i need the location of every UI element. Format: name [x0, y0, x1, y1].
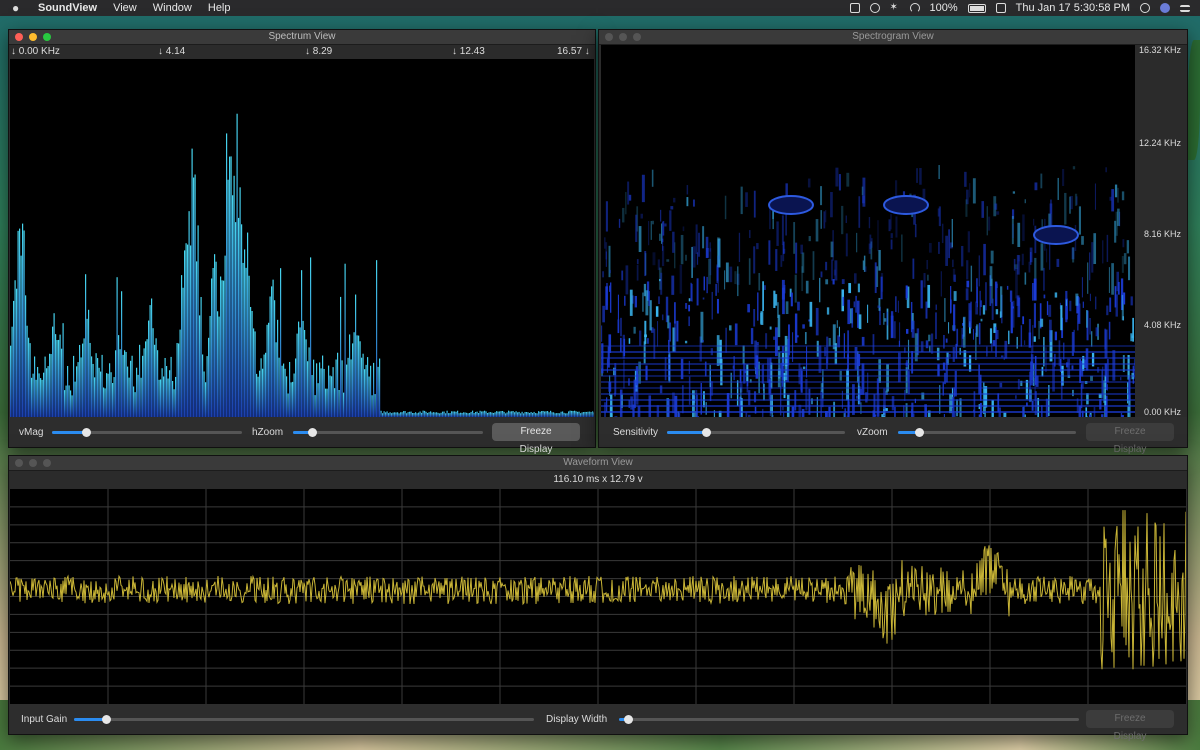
freeze-display-button[interactable]: Freeze Display — [492, 423, 580, 455]
menu-bar: ● SoundView View Window Help ✶ 100% Thu … — [0, 0, 1200, 16]
spectrum-frequency-markers: ↓ 0.00 KHz ↓ 4.14 ↓ 8.29 ↓ 12.43 16.57 ↓ — [9, 45, 595, 59]
spectrum-graph — [10, 113, 594, 417]
zoom-window-icon[interactable] — [633, 33, 641, 41]
spectrum-plot — [10, 59, 594, 417]
input-gain-slider[interactable] — [74, 715, 534, 724]
spectrum-bars — [10, 113, 594, 417]
menubar-clock[interactable]: Thu Jan 17 5:30:58 PM — [1016, 2, 1130, 14]
axis-label: 4.08 KHz — [1143, 320, 1181, 330]
spectrogram-feature — [1033, 225, 1079, 245]
waveform-plot — [10, 489, 1186, 704]
slider-knob[interactable] — [82, 428, 92, 437]
menu-help[interactable]: Help — [208, 2, 231, 14]
spectrogram-plot — [601, 45, 1135, 418]
apple-menu-icon[interactable]: ● — [12, 1, 26, 15]
battery-percent: 100% — [929, 2, 958, 14]
vzoom-slider[interactable] — [898, 428, 1076, 437]
spectrogram-controls: Sensitivity vZoom Freeze Display — [599, 417, 1187, 455]
spectrum-titlebar[interactable]: Spectrum View — [9, 30, 595, 45]
battery-icon[interactable] — [967, 3, 986, 13]
waveform-controls: Input Gain Display Width Freeze Display — [9, 704, 1187, 742]
spectrogram-titlebar[interactable]: Spectrogram View — [599, 30, 1187, 45]
desktop-foliage — [1188, 40, 1200, 160]
display-width-slider[interactable] — [619, 715, 1079, 724]
axis-label: 16.32 KHz — [1138, 45, 1181, 55]
close-window-icon[interactable] — [15, 33, 23, 41]
axis-label: 12.24 KHz — [1138, 138, 1181, 148]
zoom-window-icon[interactable] — [43, 459, 51, 467]
time-machine-icon[interactable] — [869, 3, 880, 13]
slider-knob[interactable] — [624, 715, 634, 724]
screen-icon[interactable] — [849, 3, 860, 13]
spectrum-window-title: Spectrum View — [268, 31, 336, 42]
hzoom-slider[interactable] — [293, 428, 483, 437]
axis-label: 0.00 KHz — [1143, 407, 1181, 417]
spectrogram-image — [601, 165, 1135, 418]
close-window-icon[interactable] — [605, 33, 613, 41]
freq-marker: ↓ 8.29 — [305, 46, 333, 57]
minimize-window-icon[interactable] — [29, 33, 37, 41]
waveform-window: Waveform View 116.10 ms x 12.79 v Input … — [8, 455, 1188, 742]
waveform-window-title: Waveform View — [563, 457, 633, 468]
spectrogram-texture — [601, 165, 1135, 418]
sensitivity-slider[interactable] — [667, 428, 845, 437]
minimize-window-icon[interactable] — [29, 459, 37, 467]
siri-icon[interactable] — [1160, 3, 1170, 13]
minimize-window-icon[interactable] — [619, 33, 627, 41]
waveform-scale-readout: 116.10 ms x 12.79 v — [553, 474, 643, 485]
hzoom-label: hZoom — [252, 427, 284, 438]
menu-window[interactable]: Window — [153, 2, 192, 14]
freq-marker: 16.57 ↓ — [557, 46, 590, 57]
spectrogram-feature — [768, 195, 814, 215]
notification-center-icon[interactable] — [1180, 4, 1190, 12]
spotlight-search-icon[interactable] — [1140, 3, 1150, 13]
bluetooth-icon[interactable]: ✶ — [890, 3, 900, 13]
axis-label: 8.16 KHz — [1143, 229, 1181, 239]
wifi-icon[interactable] — [909, 3, 920, 13]
freeze-display-button[interactable]: Freeze Display — [1086, 423, 1174, 455]
spectrum-controls: vMag hZoom Freeze Display — [9, 417, 595, 455]
freq-marker: ↓ 0.00 KHz — [11, 46, 60, 57]
zoom-window-icon[interactable] — [43, 33, 51, 41]
sensitivity-label: Sensitivity — [613, 427, 659, 438]
slider-knob[interactable] — [308, 428, 317, 437]
freeze-display-button[interactable]: Freeze Display — [1086, 710, 1174, 742]
freq-marker: ↓ 4.14 — [158, 46, 186, 57]
display-width-label: Display Width — [546, 714, 608, 725]
vzoom-label: vZoom — [857, 427, 888, 438]
input-gain-label: Input Gain — [21, 714, 68, 725]
slider-knob[interactable] — [702, 428, 712, 437]
spectrogram-frequency-axis: 16.32 KHz 12.24 KHz 8.16 KHz 4.08 KHz 0.… — [1135, 45, 1187, 418]
slider-knob[interactable] — [915, 428, 925, 437]
menu-app-name[interactable]: SoundView — [38, 2, 97, 14]
input-source-icon[interactable] — [995, 3, 1006, 13]
menu-view[interactable]: View — [113, 2, 137, 14]
spectrogram-window: Spectrogram View 16.32 KHz 12.24 KHz 8.1… — [598, 29, 1188, 455]
vmag-slider[interactable] — [52, 428, 242, 437]
waveform-graph — [10, 489, 1186, 704]
waveform-titlebar[interactable]: Waveform View — [9, 456, 1187, 471]
spectrum-window: Spectrum View ↓ 0.00 KHz ↓ 4.14 ↓ 8.29 ↓… — [8, 29, 596, 455]
spectrogram-window-title: Spectrogram View — [852, 31, 934, 42]
close-window-icon[interactable] — [15, 459, 23, 467]
vmag-label: vMag — [19, 427, 44, 438]
spectrogram-feature — [883, 195, 929, 215]
slider-knob[interactable] — [102, 715, 112, 724]
freq-marker: ↓ 12.43 — [452, 46, 485, 57]
